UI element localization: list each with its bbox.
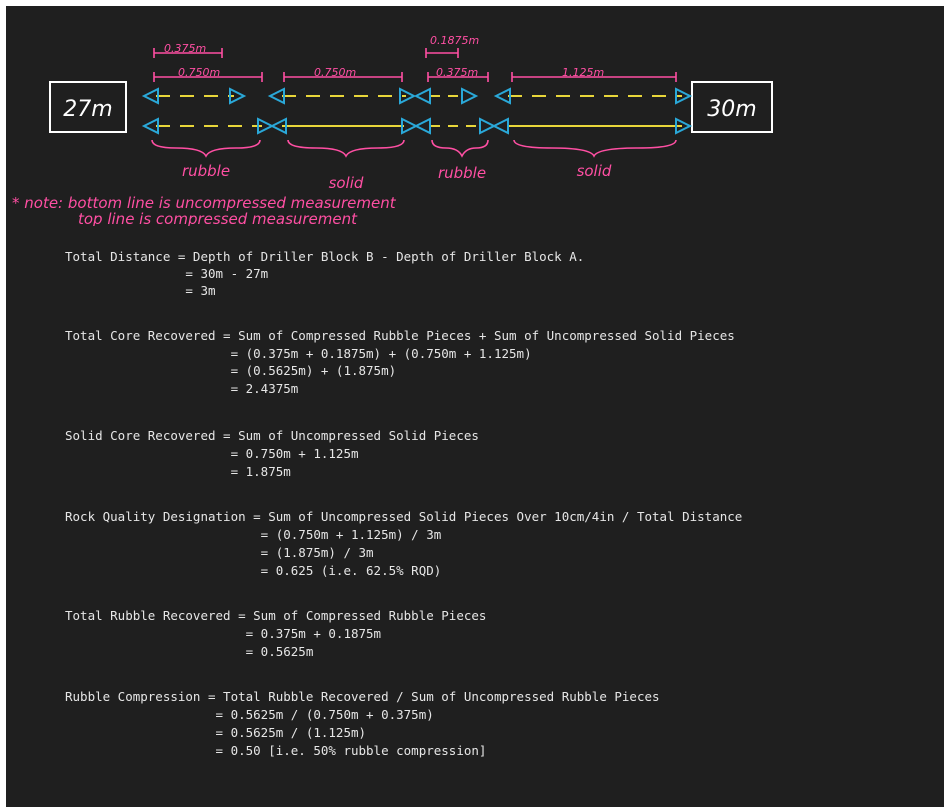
page: { "diagram": { "block_a": "27m", "block_… — [0, 0, 952, 812]
eq-total-rubble-1: Total Rubble Recovered = Sum of Compress… — [65, 608, 487, 623]
block-b-label: 30m — [707, 97, 756, 122]
note-line-2: top line is compressed measurement — [78, 210, 358, 226]
label-solid-1: solid — [329, 174, 364, 192]
eq-rubble-compression-4: = 0.50 [i.e. 50% rubble compression] — [65, 743, 487, 758]
eq-rqd-1: Rock Quality Designation = Sum of Uncomp… — [65, 509, 743, 524]
dim-rubble2-full: 0.375m — [436, 66, 478, 79]
dim-solid2: 1.125m — [562, 66, 604, 79]
dim-solid1: 0.750m — [314, 66, 356, 79]
eq-total-distance-3: = 3m — [65, 283, 216, 298]
eq-solid-core-1: Solid Core Recovered = Sum of Uncompress… — [65, 428, 479, 443]
eq-total-core-1: Total Core Recovered = Sum of Compressed… — [65, 328, 735, 343]
section-labels: rubble solid rubble solid — [182, 162, 612, 192]
eq-rqd-4: = 0.625 (i.e. 62.5% RQD) — [65, 563, 442, 578]
dim-rubble1-compressed: 0.375m — [164, 42, 206, 55]
dim-rubble2-compressed: 0.1875m — [430, 34, 479, 47]
eq-total-rubble-2: = 0.375m + 0.1875m — [65, 626, 382, 641]
dim-rubble1-full: 0.750m — [178, 66, 220, 79]
dark-panel: { "diagram": { "block_a": "27m", "block_… — [6, 6, 944, 807]
eq-rubble-compression-2: = 0.5625m / (0.750m + 0.375m) — [65, 707, 434, 722]
eq-total-core-3: = (0.5625m) + (1.875m) — [65, 363, 397, 378]
eq-rqd-3: = (1.875m) / 3m — [65, 545, 374, 560]
core-diagram: 27m 30m 0.375m 0.750m 0.750m 0.1875m 0.3… — [12, 34, 773, 226]
eq-solid-core-2: = 0.750m + 1.125m — [65, 446, 359, 461]
eq-total-core-4: = 2.4375m — [65, 381, 299, 396]
dimension-labels: 0.375m 0.750m 0.750m 0.1875m 0.375m 1.12… — [164, 34, 604, 79]
eq-rubble-compression-1: Rubble Compression = Total Rubble Recove… — [65, 689, 660, 704]
eq-rqd-2: = (0.750m + 1.125m) / 3m — [65, 527, 442, 542]
eq-total-rubble-3: = 0.5625m — [65, 644, 314, 659]
eq-total-distance-2: = 30m - 27m — [65, 266, 269, 281]
label-rubble-2: rubble — [438, 164, 486, 182]
eq-rubble-compression-3: = 0.5625m / (1.125m) — [65, 725, 367, 740]
label-rubble-1: rubble — [182, 162, 230, 180]
eq-solid-core-3: = 1.875m — [65, 464, 291, 479]
section-braces — [151, 139, 677, 158]
eq-total-distance-1: Total Distance = Depth of Driller Block … — [65, 249, 585, 264]
block-a-label: 27m — [63, 97, 112, 122]
label-solid-2: solid — [577, 162, 612, 180]
eq-total-core-2: = (0.375m + 0.1875m) + (0.750m + 1.125m) — [65, 346, 532, 361]
